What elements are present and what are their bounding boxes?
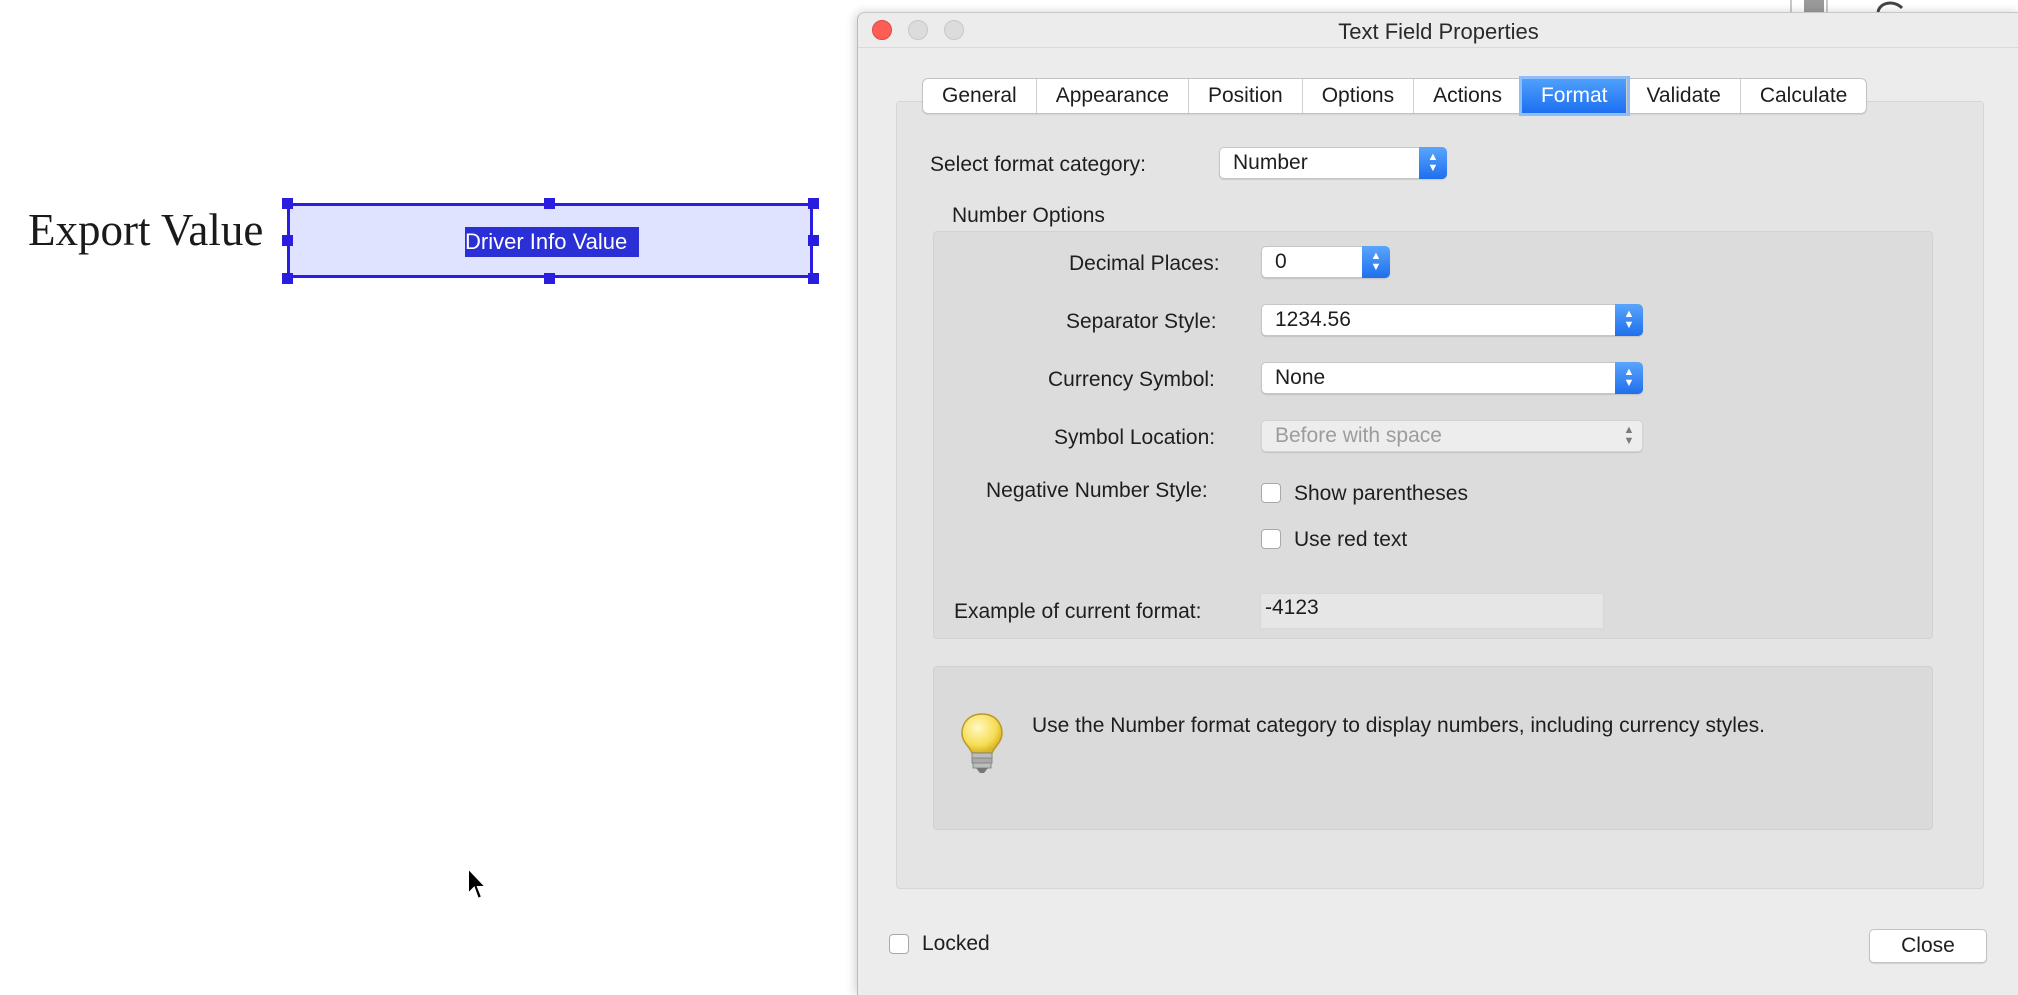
decimal-places-value: 0 (1275, 250, 1287, 273)
example-format-label: Example of current format: (954, 600, 1202, 623)
arrow-cursor-icon (466, 865, 490, 907)
symbol-location-select: Before with space ▲ ▼ (1261, 420, 1643, 452)
symbol-location-label: Symbol Location: (1054, 426, 1216, 449)
tip-text: Use the Number format category to displa… (1032, 714, 1765, 737)
decimal-places-label: Decimal Places: (1069, 252, 1220, 275)
updown-stepper-icon: ▲ ▼ (1615, 362, 1643, 394)
updown-stepper-icon: ▲ ▼ (1615, 304, 1643, 336)
separator-style-label: Separator Style: (1066, 310, 1217, 333)
example-format-value: -4123 (1260, 593, 1604, 629)
number-options-title: Number Options (952, 204, 1105, 227)
tab-format[interactable]: Format (1521, 79, 1628, 113)
tab-general[interactable]: General (923, 79, 1037, 113)
resize-handle-top-right[interactable] (808, 198, 819, 209)
tab-validate[interactable]: Validate (1627, 79, 1741, 113)
separator-style-select[interactable]: 1234.56 ▲ ▼ (1261, 304, 1643, 336)
show-parentheses-label[interactable]: Show parentheses (1294, 482, 1468, 506)
resize-handle-top-left[interactable] (282, 198, 293, 209)
resize-handle-right[interactable] (808, 235, 819, 246)
titlebar: Text Field Properties (858, 13, 2018, 48)
resize-handle-bottom[interactable] (544, 273, 555, 284)
format-category-label: Select format category: (930, 153, 1146, 176)
updown-stepper-icon: ▲ ▼ (1623, 424, 1635, 447)
close-button[interactable]: Close (1869, 929, 1987, 963)
format-category-select[interactable]: Number ▲ ▼ (1219, 147, 1447, 179)
resize-handle-top[interactable] (544, 198, 555, 209)
tab-actions[interactable]: Actions (1414, 79, 1522, 113)
negative-number-style-label: Negative Number Style: (986, 479, 1208, 502)
tab-options[interactable]: Options (1303, 79, 1415, 113)
use-red-text-label[interactable]: Use red text (1294, 528, 1407, 552)
resize-handle-bottom-left[interactable] (282, 273, 293, 284)
format-category-value: Number (1233, 151, 1308, 174)
updown-stepper-icon: ▲ ▼ (1419, 147, 1447, 179)
tip-box (933, 666, 1933, 830)
updown-stepper-icon: ▲ ▼ (1362, 246, 1390, 278)
use-red-text-checkbox[interactable] (1261, 529, 1281, 549)
tab-bar: General Appearance Position Options Acti… (922, 78, 1868, 114)
show-parentheses-checkbox[interactable] (1261, 483, 1281, 503)
text-field-content: Driver Info Value (465, 227, 640, 257)
decimal-places-select[interactable]: 0 ▲ ▼ (1261, 246, 1390, 278)
document-label: Export Value (28, 205, 264, 255)
locked-checkbox[interactable] (889, 934, 909, 954)
tab-position[interactable]: Position (1189, 79, 1303, 113)
separator-style-value: 1234.56 (1275, 308, 1351, 331)
currency-symbol-label: Currency Symbol: (1048, 368, 1215, 391)
currency-symbol-value: None (1275, 366, 1326, 389)
resize-handle-left[interactable] (282, 235, 293, 246)
dialog-title: Text Field Properties (1338, 19, 1539, 44)
symbol-location-value: Before with space (1275, 424, 1442, 447)
tab-calculate[interactable]: Calculate (1741, 79, 1867, 113)
tab-appearance[interactable]: Appearance (1037, 79, 1189, 113)
currency-symbol-select[interactable]: None ▲ ▼ (1261, 362, 1643, 394)
locked-label[interactable]: Locked (922, 932, 990, 956)
lightbulb-icon (959, 712, 1005, 779)
resize-handle-bottom-right[interactable] (808, 273, 819, 284)
